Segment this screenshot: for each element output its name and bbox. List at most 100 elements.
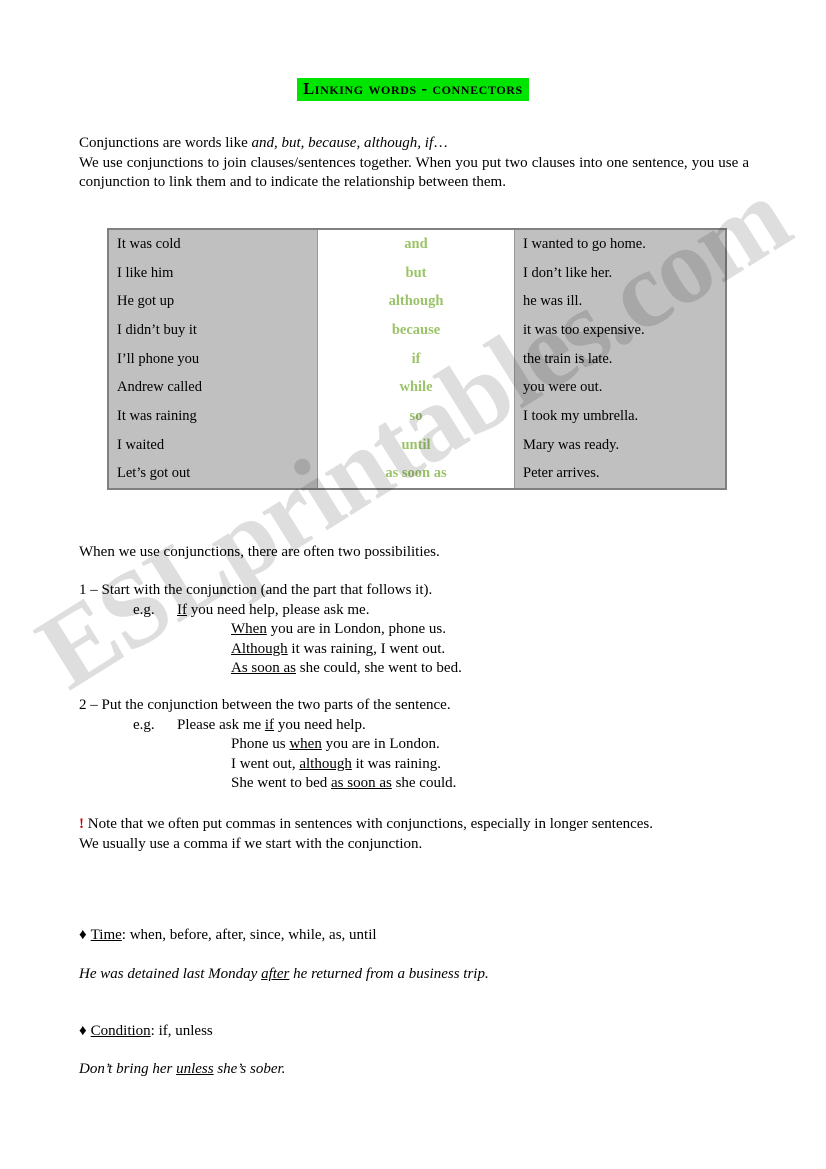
clause-second: it was too expensive. [514, 316, 726, 345]
note-line-1: ! Note that we often put commas in sente… [79, 815, 749, 835]
conjunction: if [317, 344, 515, 374]
eg-label: e.g. [133, 601, 155, 618]
example-after: you are in London. [321, 736, 440, 753]
conjunction-table: It was cold and I wanted to go home. I l… [107, 228, 727, 491]
category-separator: : [121, 927, 130, 943]
example-before: I went out, [231, 755, 300, 772]
category-time: ♦ Time: when, before, after, since, while… [79, 926, 719, 946]
rule-2-heading: 2 – Put the conjunction between the two … [79, 697, 451, 713]
clause-first: I like him [108, 258, 318, 288]
table-row: It was cold and I wanted to go home. [108, 229, 726, 259]
underlined-conjunction: if [264, 716, 275, 733]
underlined-conjunction: as soon as [330, 775, 392, 792]
table-row: I waited until Mary was ready. [108, 430, 726, 460]
rule-1-example-2: When you are in London, phone us. [79, 620, 719, 640]
rule-2-example-1: e.g. Please ask me if you need help. [79, 716, 719, 736]
rule-2: 2 – Put the conjunction between the two … [79, 696, 719, 794]
clause-second: I took my umbrella. [514, 402, 726, 431]
category-time-example: He was detained last Monday after he ret… [79, 965, 719, 985]
intro-line-1-lead: Conjunctions are words like [79, 135, 252, 151]
clause-second: Mary was ready. [514, 430, 726, 460]
example-rest: you need help, please ask me. [187, 601, 370, 618]
page-title-container: Linking words - connectors [0, 78, 826, 102]
example-before: Don’t bring her [79, 1061, 177, 1077]
comma-note: ! Note that we often put commas in sente… [79, 815, 749, 854]
diamond-bullet-icon: ♦ [79, 927, 87, 943]
example-text: I went out, although it was raining. [231, 755, 441, 775]
clause-second: you were out. [514, 373, 726, 403]
note-text-1: Note that we often put commas in sentenc… [84, 816, 654, 832]
table-row: I didn’t buy it because it was too expen… [108, 316, 726, 345]
example-after: she’s sober. [213, 1061, 286, 1077]
clause-second: he was ill. [514, 287, 726, 317]
example-before: He was detained last Monday [79, 966, 262, 982]
conjunction: although [317, 287, 515, 317]
example-after: you need help. [274, 716, 366, 733]
table-row: Let’s got out as soon as Peter arrives. [108, 459, 726, 490]
eg-label: e.g. [133, 716, 155, 733]
example-before: Phone us [231, 736, 290, 753]
rule-2-example-4: She went to bed as soon as she could. [79, 774, 719, 794]
conjunction: until [317, 430, 515, 460]
rule-1: 1 – Start with the conjunction (and the … [79, 581, 719, 679]
underlined-conjunction: although [299, 755, 352, 772]
worksheet-page: Linking words - connectors Conjunctions … [0, 0, 826, 1169]
intro-paragraph: Conjunctions are words like and, but, be… [79, 134, 749, 193]
conjunction: as soon as [317, 459, 515, 490]
conjunction: and [317, 229, 515, 259]
example-text: Although it was raining, I went out. [231, 640, 445, 660]
conjunction: while [317, 373, 515, 403]
example-before: Please ask me [177, 716, 265, 733]
example-rest: it was raining, I went out. [287, 640, 446, 657]
clause-first: I’ll phone you [108, 344, 318, 374]
clause-first: Let’s got out [108, 459, 318, 490]
intro-line-1-ellipsis: … [433, 135, 449, 151]
clause-first: I waited [108, 430, 318, 460]
table-row: I’ll phone you if the train is late. [108, 344, 726, 374]
clause-second: I wanted to go home. [514, 229, 726, 259]
example-after: he returned from a business trip. [289, 966, 489, 982]
underlined-conjunction: Although [231, 640, 288, 657]
clause-second: Peter arrives. [514, 459, 726, 490]
example-before: She went to bed [231, 775, 331, 792]
underlined-conjunction: after [261, 966, 290, 982]
conjunction: so [317, 402, 515, 431]
example-after: she could. [391, 775, 457, 792]
intro-line-2: We use conjunctions to join clauses/sent… [79, 154, 749, 191]
rule-1-example-3: Although it was raining, I went out. [79, 640, 719, 660]
clause-first: He got up [108, 287, 318, 317]
clause-first: Andrew called [108, 373, 318, 403]
clause-first: It was cold [108, 229, 318, 259]
underlined-conjunction: When [231, 621, 267, 638]
rule-1-heading: 1 – Start with the conjunction (and the … [79, 582, 433, 598]
possibilities-intro: When we use conjunctions, there are ofte… [79, 544, 440, 560]
category-condition-example: Don’t bring her unless she’s sober. [79, 1060, 719, 1080]
category-condition: ♦ Condition: if, unless [79, 1022, 719, 1042]
conjunction-table-body: It was cold and I wanted to go home. I l… [108, 229, 726, 490]
table-row: I like him but I don’t like her. [108, 258, 726, 288]
underlined-conjunction: If [177, 601, 187, 618]
category-separator: : [150, 1023, 159, 1039]
underlined-conjunction: when [289, 736, 322, 753]
diamond-bullet-icon: ♦ [79, 1023, 87, 1039]
rule-2-example-3: I went out, although it was raining. [79, 755, 719, 775]
example-text: If you need help, please ask me. [177, 601, 369, 621]
rule-1-example-4: As soon as she could, she went to bed. [79, 659, 719, 679]
underlined-conjunction: unless [176, 1061, 214, 1077]
clause-first: I didn’t buy it [108, 316, 318, 345]
rule-1-example-1: e.g. If you need help, please ask me. [79, 601, 719, 621]
conjunction: but [317, 258, 515, 288]
table-row: It was raining so I took my umbrella. [108, 402, 726, 431]
rule-2-example-2: Phone us when you are in London. [79, 735, 719, 755]
example-text: She went to bed as soon as she could. [231, 774, 456, 794]
underlined-conjunction: As soon as [231, 660, 297, 677]
table-row: He got up although he was ill. [108, 287, 726, 317]
example-after: it was raining. [351, 755, 441, 772]
intro-line-1: Conjunctions are words like and, but, be… [79, 134, 749, 154]
example-text: As soon as she could, she went to bed. [231, 659, 462, 679]
clause-second: I don’t like her. [514, 258, 726, 288]
category-name: Time [90, 927, 122, 943]
intro-conjunction-examples: and, but, because, although, if [251, 135, 434, 151]
note-line-2: We usually use a comma if we start with … [79, 835, 423, 852]
category-words: if, unless [158, 1023, 213, 1039]
